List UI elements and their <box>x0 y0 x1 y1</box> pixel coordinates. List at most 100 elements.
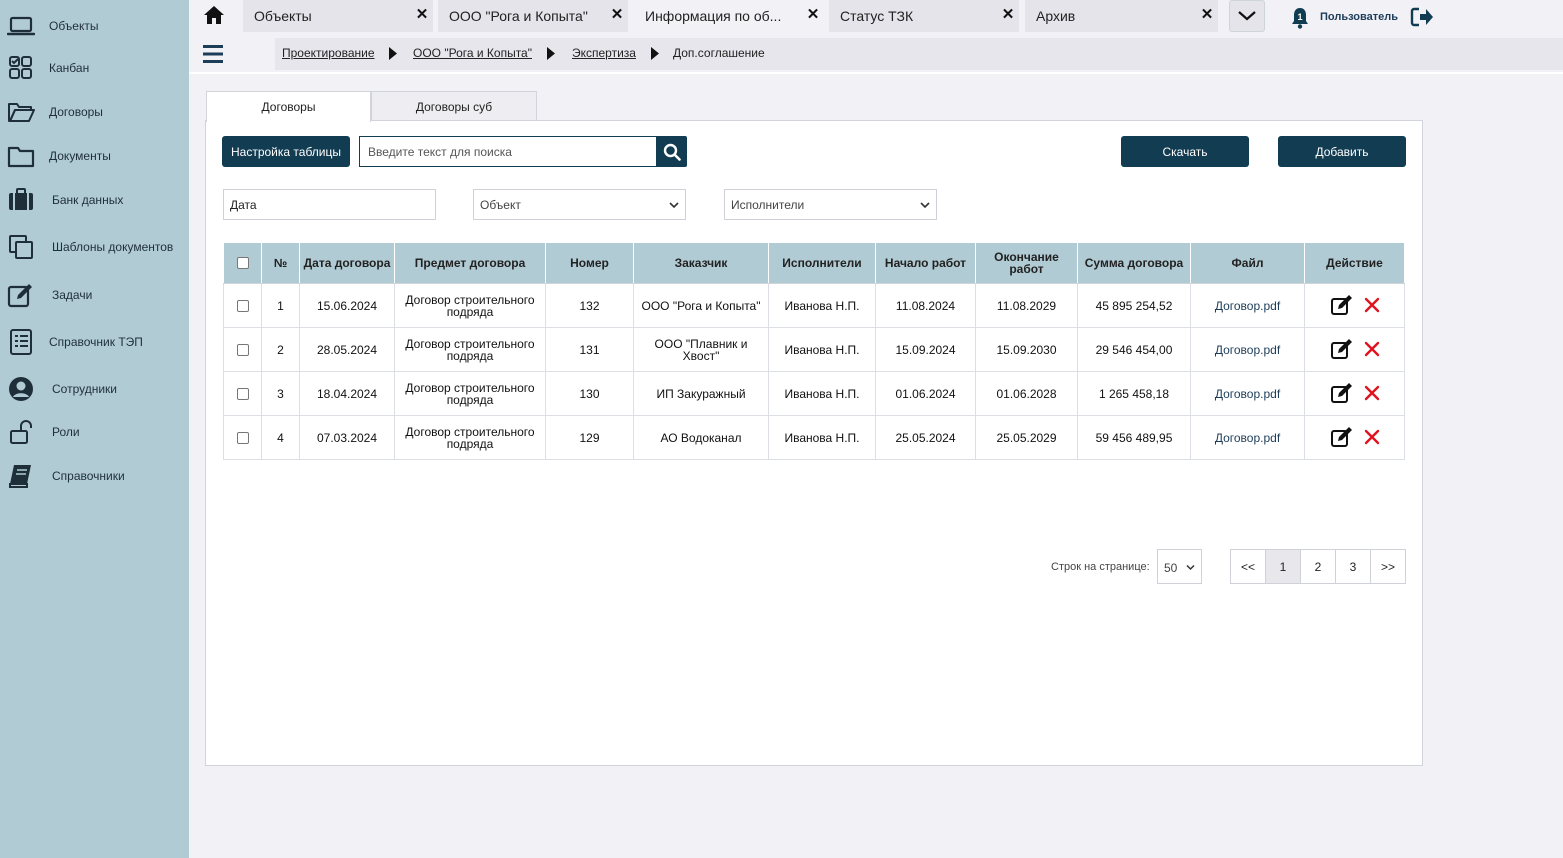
folder-icon <box>6 141 36 171</box>
hamburger-menu-icon[interactable] <box>203 43 223 65</box>
tab-sub-contracts[interactable]: Договоры суб <box>371 91 537 122</box>
sidebar-item-employees[interactable]: Сотрудники <box>0 369 189 409</box>
column-header[interactable]: № <box>261 242 300 284</box>
cell-date: 28.05.2024 <box>299 327 395 372</box>
cell-amount: 45 895 254,52 <box>1077 283 1191 328</box>
row-checkbox[interactable] <box>236 299 249 312</box>
top-tab-info[interactable]: Информация по об... ✕ <box>634 0 824 32</box>
edit-icon[interactable] <box>1330 338 1354 362</box>
sidebar-label: Справочник ТЭП <box>49 335 143 349</box>
delete-icon[interactable] <box>1364 341 1380 359</box>
add-button[interactable]: Добавить <box>1278 136 1406 167</box>
cell-subject: Договор строительного подряда <box>394 371 546 416</box>
executors-filter-select[interactable]: Исполнители <box>724 189 937 220</box>
sidebar-label: Справочники <box>52 469 125 483</box>
breadcrumb-item[interactable]: ООО "Рога и Копыта" <box>413 46 532 60</box>
close-icon[interactable]: ✕ <box>1200 7 1214 22</box>
column-header[interactable]: Предмет договора <box>394 242 546 284</box>
object-filter-select[interactable]: Объект <box>473 189 686 220</box>
cell-amount: 59 456 489,95 <box>1077 415 1191 460</box>
column-header[interactable]: Заказчик <box>633 242 769 284</box>
tab-contracts[interactable]: Договоры <box>206 91 371 122</box>
top-tab-archive[interactable]: Архив ✕ <box>1025 0 1218 32</box>
user-name[interactable]: Пользователь <box>1320 11 1398 23</box>
delete-icon[interactable] <box>1364 297 1380 315</box>
sidebar-item-objects[interactable]: Объекты <box>0 6 189 46</box>
edit-icon[interactable] <box>1330 426 1354 450</box>
cell-executors: Иванова Н.П. <box>768 327 876 372</box>
sidebar-item-kanban[interactable]: Канбан <box>0 48 189 88</box>
top-tab-status[interactable]: Статус ТЗК ✕ <box>829 0 1019 32</box>
file-link[interactable]: Договор.pdf <box>1215 343 1280 357</box>
close-icon[interactable]: ✕ <box>1001 7 1015 22</box>
file-link[interactable]: Договор.pdf <box>1215 299 1280 313</box>
close-icon[interactable]: ✕ <box>415 7 429 22</box>
date-filter-input[interactable] <box>223 189 436 220</box>
close-icon[interactable]: ✕ <box>806 7 820 22</box>
cell-end: 25.05.2029 <box>975 415 1078 460</box>
file-link[interactable]: Договор.pdf <box>1215 431 1280 445</box>
cell-customer: АО Водоканал <box>633 415 769 460</box>
sidebar-item-templates[interactable]: Шаблоны документов <box>0 227 189 267</box>
bell-icon[interactable]: 1 <box>1290 7 1310 29</box>
cell-end: 01.06.2028 <box>975 371 1078 416</box>
edit-icon <box>6 280 36 310</box>
breadcrumb-item[interactable]: Проектирование <box>282 46 375 60</box>
edit-icon[interactable] <box>1330 294 1354 318</box>
pager-first[interactable]: << <box>1230 549 1266 584</box>
row-checkbox[interactable] <box>236 387 249 400</box>
delete-icon[interactable] <box>1364 429 1380 447</box>
search-button[interactable] <box>656 136 687 167</box>
select-all-checkbox[interactable] <box>236 257 249 270</box>
sidebar-item-documents[interactable]: Документы <box>0 136 189 176</box>
top-tab-company[interactable]: ООО "Рога и Копыта" ✕ <box>438 0 628 32</box>
column-header: Действие <box>1304 242 1405 284</box>
pager-page[interactable]: 3 <box>1335 549 1371 584</box>
sidebar-label: Канбан <box>49 61 90 75</box>
more-tabs-button[interactable] <box>1229 0 1265 32</box>
row-checkbox[interactable] <box>236 343 249 356</box>
sidebar-item-contracts[interactable]: Договоры <box>0 92 189 132</box>
sidebar-item-databank[interactable]: Банк данных <box>0 180 189 220</box>
download-button[interactable]: Скачать <box>1121 136 1249 167</box>
pager-page[interactable]: 2 <box>1300 549 1336 584</box>
sidebar-label: Роли <box>52 425 80 439</box>
rows-per-page-select[interactable]: 50 <box>1157 549 1202 584</box>
sidebar-item-tasks[interactable]: Задачи <box>0 275 189 315</box>
pager-last[interactable]: >> <box>1370 549 1406 584</box>
column-header[interactable]: Начало работ <box>875 242 976 284</box>
column-header[interactable]: Файл <box>1190 242 1305 284</box>
column-header[interactable]: Окончание работ <box>975 242 1078 284</box>
top-tab-title: Статус ТЗК <box>840 8 914 24</box>
column-header[interactable]: Исполнители <box>768 242 876 284</box>
pager-page[interactable]: 1 <box>1265 549 1301 584</box>
column-header[interactable]: Номер <box>545 242 634 284</box>
table-settings-button[interactable]: Настройка таблицы <box>222 136 350 167</box>
caret-right-icon <box>547 47 555 60</box>
row-checkbox[interactable] <box>236 431 249 444</box>
tab-label: Договоры суб <box>415 100 493 114</box>
column-header[interactable]: Дата договора <box>299 242 395 284</box>
cell-end: 11.08.2029 <box>975 283 1078 328</box>
sidebar-item-roles[interactable]: Роли <box>0 412 189 452</box>
sidebar-item-tep[interactable]: Справочник ТЭП <box>0 322 189 362</box>
sidebar-item-references[interactable]: Справочники <box>0 456 189 496</box>
close-icon[interactable]: ✕ <box>610 7 624 22</box>
logout-icon[interactable] <box>1410 6 1434 28</box>
cell-number: 1 <box>261 283 300 328</box>
column-header[interactable]: Сумма договора <box>1077 242 1191 284</box>
table-row: 4 07.03.2024 Договор строительного подря… <box>223 415 1405 460</box>
tab-label: Договоры <box>261 100 316 114</box>
breadcrumb-item[interactable]: Экспертиза <box>572 46 636 60</box>
delete-icon[interactable] <box>1364 385 1380 403</box>
top-tab-objects[interactable]: Объекты ✕ <box>243 0 433 32</box>
search-input[interactable] <box>359 136 657 167</box>
edit-icon[interactable] <box>1330 382 1354 406</box>
sidebar-label: Задачи <box>52 288 93 302</box>
sidebar: Объекты Канбан Договоры Документы Банк д… <box>0 0 189 858</box>
home-icon[interactable] <box>203 4 225 26</box>
file-link[interactable]: Договор.pdf <box>1215 387 1280 401</box>
top-tab-title: Информация по об... <box>645 8 782 24</box>
cell-amount: 1 265 458,18 <box>1077 371 1191 416</box>
briefcase-icon <box>6 185 36 215</box>
